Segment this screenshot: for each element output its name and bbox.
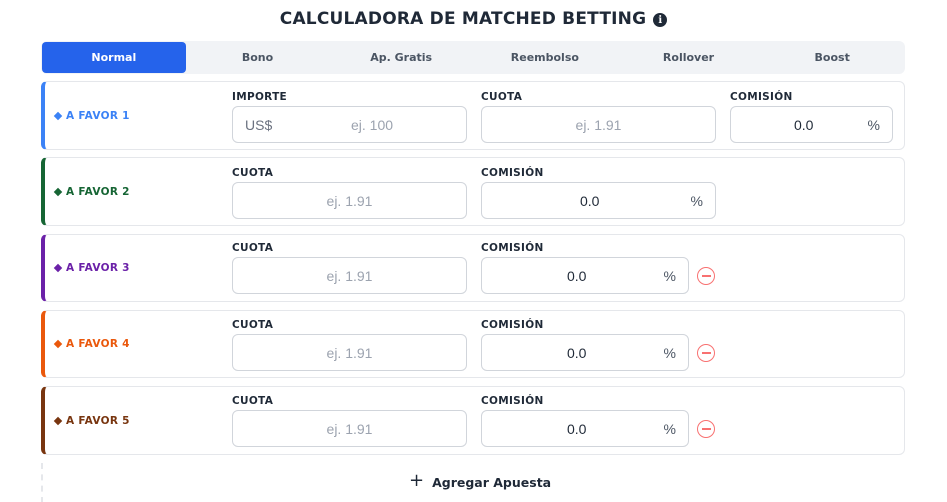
tab-normal[interactable]: Normal	[42, 42, 186, 73]
remove-row-icon[interactable]	[697, 420, 715, 438]
row-label-text: A FAVOR 4	[66, 338, 130, 350]
row-label: A FAVOR 3	[53, 235, 130, 301]
comision-input[interactable]: 0.0 %	[481, 257, 689, 294]
cuota-placeholder: ej. 1.91	[326, 344, 373, 361]
remove-row-icon[interactable]	[697, 344, 715, 362]
cuota-input[interactable]: ej. 1.91	[232, 257, 467, 294]
comision-label: COMISIÓN	[481, 395, 544, 407]
bet-row-2: A FAVOR 2 CUOTA ej. 1.91 COMISIÓN 0.0 %	[41, 157, 905, 226]
percent-sign: %	[867, 116, 880, 133]
importe-label: IMPORTE	[232, 91, 288, 103]
remove-row-icon[interactable]	[697, 267, 715, 285]
diamond-icon	[53, 263, 63, 273]
cuota-label: CUOTA	[232, 167, 274, 179]
comision-value: 0.0	[580, 192, 600, 209]
diamond-icon	[53, 187, 63, 196]
cuota-placeholder: ej. 1.91	[575, 116, 622, 133]
info-icon[interactable]: i	[653, 13, 668, 27]
tab-bono[interactable]: Bono	[186, 42, 330, 73]
add-bet-button[interactable]: + Agregar Apuesta	[409, 470, 552, 491]
row-label: A FAVOR 4	[53, 311, 130, 377]
cuota-input[interactable]: ej. 1.91	[232, 182, 467, 219]
plus-icon: +	[409, 470, 425, 491]
tab-boost[interactable]: Boost	[760, 42, 904, 73]
row-label: A FAVOR 2	[53, 158, 130, 225]
importe-placeholder: ej. 100	[351, 116, 394, 133]
currency-prefix: US$	[245, 116, 273, 133]
percent-sign: %	[663, 267, 676, 284]
cuota-input[interactable]: ej. 1.91	[232, 334, 467, 371]
add-bet-label: Agregar Apuesta	[432, 474, 552, 490]
row-label: A FAVOR 5	[53, 387, 130, 454]
tab-ap-gratis[interactable]: Ap. Gratis	[329, 42, 473, 73]
row-label-text: A FAVOR 3	[66, 262, 130, 274]
page-title: CALCULADORA DE MATCHED BETTING	[279, 9, 647, 29]
header: CALCULADORA DE MATCHED BETTING i	[0, 7, 947, 31]
row-label-text: A FAVOR 1	[66, 109, 130, 122]
comision-input[interactable]: 0.0 %	[730, 106, 893, 143]
cuota-label: CUOTA	[232, 319, 274, 331]
importe-input[interactable]: US$ ej. 100	[232, 106, 467, 143]
bet-row-4: A FAVOR 4 CUOTA ej. 1.91 COMISIÓN 0.0 %	[41, 310, 905, 378]
diamond-icon	[53, 339, 63, 349]
comision-label: COMISIÓN	[481, 167, 544, 179]
percent-sign: %	[663, 344, 676, 361]
cuota-input[interactable]: ej. 1.91	[481, 106, 716, 143]
percent-sign: %	[690, 192, 703, 209]
tab-rollover[interactable]: Rollover	[617, 42, 761, 73]
tab-reembolso[interactable]: Reembolso	[473, 42, 617, 73]
cuota-placeholder: ej. 1.91	[326, 420, 373, 437]
cuota-label: CUOTA	[232, 242, 274, 254]
row-label-text: A FAVOR 2	[66, 185, 130, 198]
comision-label: COMISIÓN	[730, 91, 793, 103]
comision-value: 0.0	[567, 267, 587, 284]
bet-row-1: A FAVOR 1 IMPORTE US$ ej. 100 CUOTA ej. …	[41, 81, 905, 150]
cuota-placeholder: ej. 1.91	[326, 192, 373, 209]
bet-row-5: A FAVOR 5 CUOTA ej. 1.91 COMISIÓN 0.0 %	[41, 386, 905, 455]
row-label: A FAVOR 1	[53, 82, 130, 149]
comision-input[interactable]: 0.0 %	[481, 410, 689, 447]
row-label-text: A FAVOR 5	[66, 414, 130, 427]
bet-row-3: A FAVOR 3 CUOTA ej. 1.91 COMISIÓN 0.0 %	[41, 234, 905, 302]
cuota-placeholder: ej. 1.91	[326, 267, 373, 284]
comision-input[interactable]: 0.0 %	[481, 334, 689, 371]
comision-value: 0.0	[794, 116, 814, 133]
cuota-label: CUOTA	[232, 395, 274, 407]
comision-input[interactable]: 0.0 %	[481, 182, 716, 219]
cuota-label: CUOTA	[481, 91, 523, 103]
diamond-icon	[53, 416, 63, 425]
diamond-icon	[53, 111, 63, 120]
percent-sign: %	[663, 420, 676, 437]
comision-label: COMISIÓN	[481, 242, 544, 254]
comision-label: COMISIÓN	[481, 319, 544, 331]
mode-tabs: Normal Bono Ap. Gratis Reembolso Rollove…	[41, 41, 905, 74]
cuota-input[interactable]: ej. 1.91	[232, 410, 467, 447]
comision-value: 0.0	[567, 420, 587, 437]
comision-value: 0.0	[567, 344, 587, 361]
